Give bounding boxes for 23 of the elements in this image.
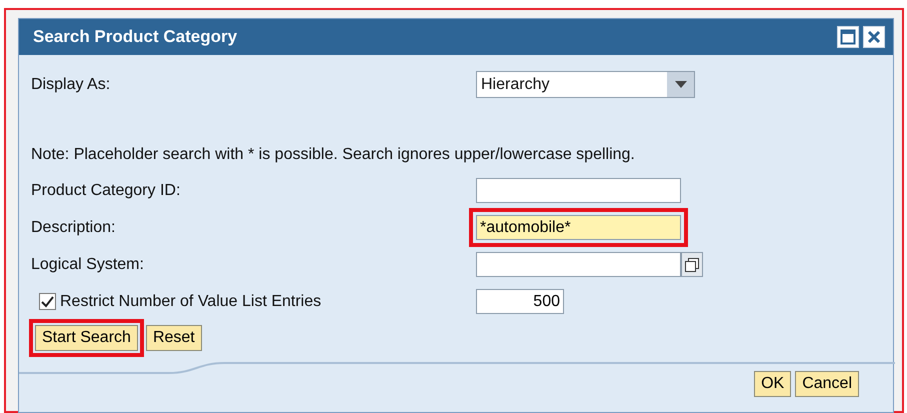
field-label: Product Category ID: xyxy=(31,180,182,200)
field-label: Display As: xyxy=(31,74,112,94)
display-as-dropdown[interactable]: Hierarchy xyxy=(476,71,695,98)
input-field[interactable] xyxy=(476,252,681,277)
check-icon xyxy=(41,296,54,308)
copy-icon xyxy=(684,256,700,272)
caret-icon xyxy=(674,80,686,88)
field-label: Logical System: xyxy=(31,254,145,274)
action-button[interactable]: Reset xyxy=(146,325,202,351)
value-help-button[interactable] xyxy=(681,252,703,277)
field-label: Description: xyxy=(31,218,116,238)
checkbox[interactable] xyxy=(39,293,56,310)
dialog-button[interactable]: OK xyxy=(754,371,792,397)
input-field[interactable] xyxy=(476,178,681,203)
close-button[interactable] xyxy=(863,26,885,48)
checkbox-label: Restrict Number of Value List Entries xyxy=(60,292,322,312)
maximize-icon xyxy=(840,29,856,45)
window-title: Search Product Category xyxy=(33,26,238,48)
note-text: Note: Placeholder search with * is possible. Search ignores upper/lowercase spelling. xyxy=(31,145,635,165)
dialog-button[interactable]: Cancel xyxy=(795,371,859,397)
max-entries-field[interactable]: 500 xyxy=(476,289,564,314)
close-icon xyxy=(867,30,881,44)
maximize-button[interactable] xyxy=(837,26,859,48)
